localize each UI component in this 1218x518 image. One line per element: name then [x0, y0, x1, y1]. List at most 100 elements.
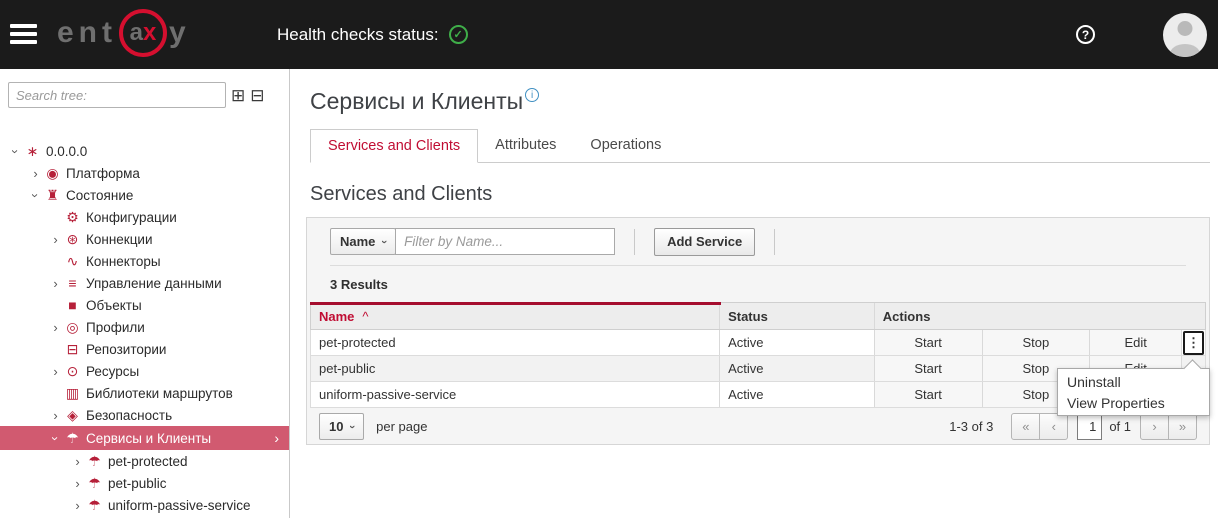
tree-item-resursy[interactable]: › ⊙ Ресурсы: [0, 360, 289, 382]
node-icon: ∗: [23, 143, 42, 160]
menu-item-view-properties[interactable]: View Properties: [1058, 392, 1209, 413]
tree-item-konnekcii[interactable]: › ⊛ Коннекции: [0, 228, 289, 250]
profiles-icon: ◎: [63, 319, 82, 336]
filter-input[interactable]: [395, 228, 615, 255]
collapse-all-icon: ⊟: [250, 86, 264, 105]
tree-item-obekty[interactable]: ■ Объекты: [0, 294, 289, 316]
page-number-input[interactable]: [1077, 414, 1102, 440]
last-page-button[interactable]: »: [1168, 413, 1197, 440]
expand-all-icon: ⊞: [231, 86, 245, 105]
kebab-icon: ⋮: [1187, 335, 1200, 351]
tree-item-sostoyanie[interactable]: › ♜ Состояние: [0, 184, 289, 206]
add-service-button[interactable]: Add Service: [654, 228, 755, 256]
health-checks-label: Health checks status:: [277, 25, 439, 45]
prev-page-button[interactable]: ‹: [1039, 413, 1068, 440]
security-icon: ◈: [63, 407, 82, 424]
connectors-icon: ∿: [63, 253, 82, 270]
chevron-right-icon[interactable]: ›: [48, 320, 63, 335]
cell-name: uniform-passive-service: [311, 382, 720, 407]
services-icon: ☂: [63, 430, 82, 447]
chevron-down-icon[interactable]: ›: [28, 188, 43, 203]
tree-search-input[interactable]: [8, 82, 226, 108]
tree-item-konnektory[interactable]: ∿ Коннекторы: [0, 250, 289, 272]
info-icon[interactable]: i: [525, 88, 539, 102]
service-icon: ☂: [85, 453, 104, 470]
chevron-right-icon[interactable]: ›: [70, 476, 85, 491]
health-ok-icon: ✓: [449, 25, 468, 44]
tree-item-servisy-i-klienty[interactable]: › ☂ Сервисы и Клиенты ›: [0, 426, 289, 450]
tree-item-repozitorii[interactable]: ⊟ Репозитории: [0, 338, 289, 360]
collapse-all-button[interactable]: ⊟: [250, 87, 264, 104]
sort-asc-icon: ^: [362, 309, 368, 324]
health-checks-status: Health checks status: ✓: [277, 0, 468, 69]
start-button[interactable]: Start: [875, 356, 983, 381]
toolbar-divider: [774, 229, 775, 255]
chevron-down-icon[interactable]: ›: [8, 144, 23, 159]
chevron-right-icon[interactable]: ›: [28, 166, 43, 181]
main-content: Сервисы и Клиентыi Services and Clients …: [290, 69, 1218, 518]
menu-item-uninstall[interactable]: Uninstall: [1058, 371, 1209, 392]
table-header-row: Name ^ Status Actions: [310, 302, 1206, 330]
column-header-actions: Actions: [875, 303, 1205, 329]
page-of-label: of 1: [1109, 419, 1131, 434]
tab-services-and-clients[interactable]: Services and Clients: [310, 129, 478, 163]
edit-button[interactable]: Edit: [1090, 330, 1182, 355]
expand-all-button[interactable]: ⊞: [231, 87, 245, 104]
route-libraries-icon: ▥: [63, 385, 82, 402]
menu-icon[interactable]: [10, 20, 38, 48]
next-page-button[interactable]: ›: [1140, 413, 1169, 440]
tab-operations[interactable]: Operations: [573, 129, 678, 162]
tab-attributes[interactable]: Attributes: [478, 129, 573, 162]
chevron-down-icon: ›: [346, 425, 358, 429]
chevron-right-icon[interactable]: ›: [70, 498, 85, 513]
first-page-button[interactable]: «: [1011, 413, 1040, 440]
logo-text: ent: [57, 16, 117, 50]
cell-status: Active: [720, 356, 875, 381]
tree-item-platforma[interactable]: › ◉ Платформа: [0, 162, 289, 184]
row-menu-button[interactable]: ⋮: [1183, 331, 1204, 355]
cell-status: Active: [720, 330, 875, 355]
column-header-status[interactable]: Status: [720, 303, 875, 329]
tree-item-uniform-passive-service[interactable]: › ☂ uniform-passive-service: [0, 494, 289, 516]
tree-item-pet-protected[interactable]: › ☂ pet-protected: [0, 450, 289, 472]
toolbar-divider: [634, 229, 635, 255]
chevron-right-icon[interactable]: ›: [274, 430, 279, 446]
tree-item-profili[interactable]: › ◎ Профили: [0, 316, 289, 338]
tree-item-0000[interactable]: › ∗ 0.0.0.0: [0, 140, 289, 162]
resources-icon: ⊙: [63, 363, 82, 380]
chevron-right-icon[interactable]: ›: [48, 408, 63, 423]
per-page-label: per page: [376, 419, 427, 434]
tree-item-biblioteki-marshrutov[interactable]: ▥ Библиотеки маршрутов: [0, 382, 289, 404]
chevron-right-icon[interactable]: ›: [48, 364, 63, 379]
user-avatar[interactable]: [1163, 13, 1207, 57]
connections-icon: ⊛: [63, 231, 82, 248]
chevron-right-icon[interactable]: ›: [48, 232, 63, 247]
service-icon: ☂: [85, 475, 104, 492]
navigation-tree: › ∗ 0.0.0.0 › ◉ Платформа › ♜ Состояние …: [0, 140, 289, 516]
per-page-select[interactable]: 10 ›: [319, 413, 364, 440]
tree-item-bezopasnost[interactable]: › ◈ Безопасность: [0, 404, 289, 426]
start-button[interactable]: Start: [875, 330, 983, 355]
cell-status: Active: [720, 382, 875, 407]
stop-button[interactable]: Stop: [983, 330, 1091, 355]
entaxy-logo: ent ax y: [57, 9, 191, 57]
tree-item-pet-public[interactable]: › ☂ pet-public: [0, 472, 289, 494]
column-header-name[interactable]: Name ^: [311, 303, 720, 329]
results-count: 3 Results: [330, 277, 388, 292]
tree-item-konfiguracii[interactable]: ⚙ Конфигурации: [0, 206, 289, 228]
tree-item-upravlenie-dannymi[interactable]: › ≡ Управление данными: [0, 272, 289, 294]
filter-toolbar: Name › Add Service: [307, 218, 1209, 265]
chevron-right-icon[interactable]: ›: [48, 276, 63, 291]
chevron-right-icon[interactable]: ›: [70, 454, 85, 469]
app-root: ent ax y Health checks status: ✓ ? ⊞ ⊟ ›…: [0, 0, 1218, 518]
filter-field-select[interactable]: Name ›: [330, 228, 396, 255]
state-icon: ♜: [43, 187, 62, 204]
chevron-down-icon[interactable]: ›: [48, 431, 63, 446]
objects-icon: ■: [63, 297, 82, 313]
service-icon: ☂: [85, 497, 104, 514]
start-button[interactable]: Start: [875, 382, 983, 407]
logo-text: y: [169, 16, 191, 50]
logo-ring-icon: ax: [119, 9, 167, 57]
help-button[interactable]: ?: [1076, 25, 1095, 44]
top-header: ent ax y Health checks status: ✓ ?: [0, 0, 1218, 69]
